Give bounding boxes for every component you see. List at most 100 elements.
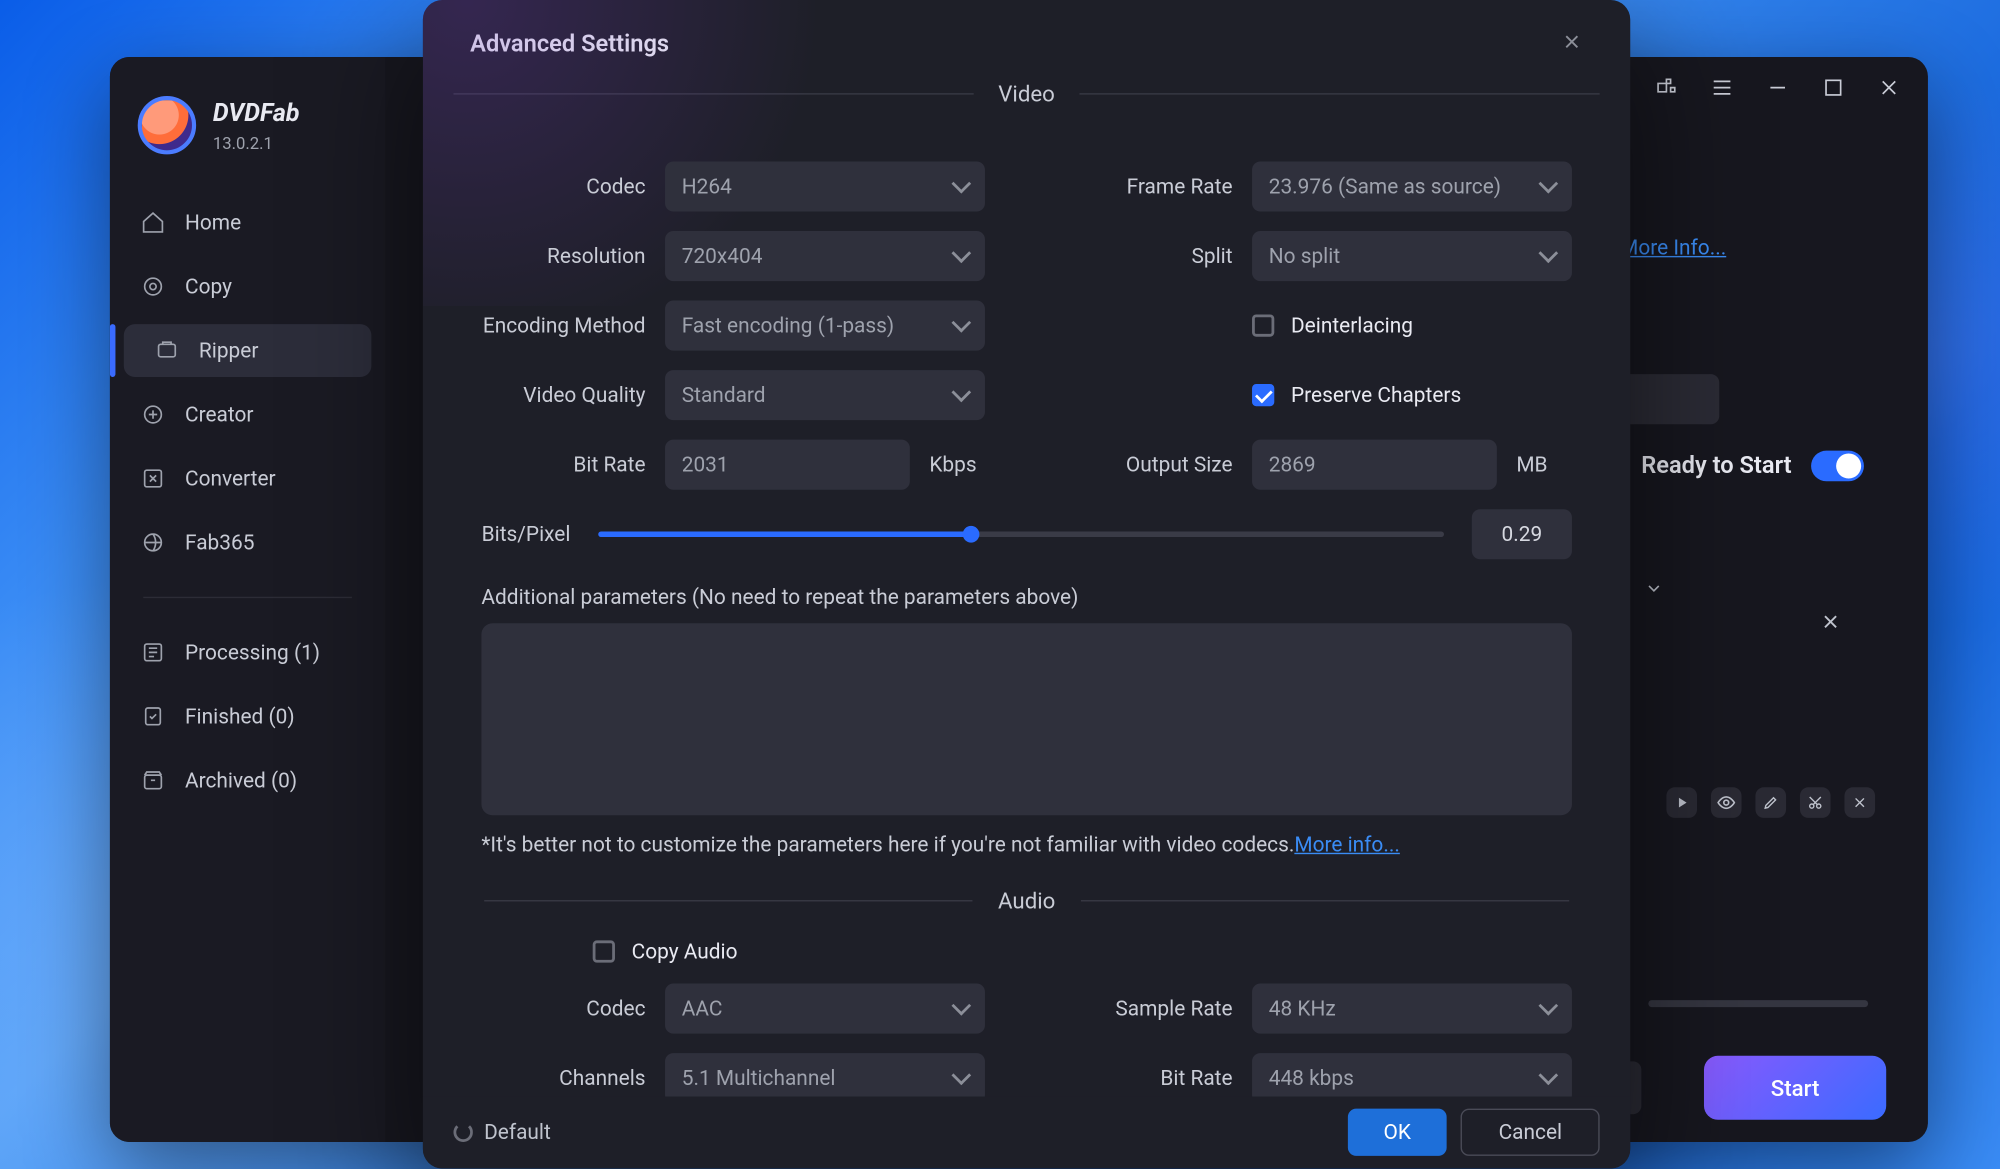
sidebar-item-archived[interactable]: Archived (0)	[110, 754, 385, 807]
play-icon[interactable]	[1666, 787, 1697, 818]
sidebar-item-label: Creator	[185, 402, 253, 427]
more-info-link[interactable]: More Info...	[1620, 235, 1726, 260]
split-value: No split	[1269, 243, 1340, 268]
quality-select[interactable]: Standard	[665, 370, 985, 420]
codec-label: Codec	[481, 174, 645, 199]
finished-icon	[140, 704, 165, 729]
menu-icon[interactable]	[1708, 74, 1736, 102]
chevron-down-icon	[951, 382, 971, 402]
bitrate-label: Bit Rate	[481, 452, 645, 477]
chevron-down-icon	[951, 313, 971, 333]
samplerate-label: Sample Rate	[1068, 996, 1232, 1021]
resolution-select[interactable]: 720x404	[665, 231, 985, 281]
quality-label: Video Quality	[481, 383, 645, 408]
preview-icon[interactable]	[1711, 787, 1742, 818]
bitspixel-slider[interactable]	[598, 531, 1444, 537]
channels-value: 5.1 Multichannel	[682, 1066, 836, 1091]
archived-icon	[140, 768, 165, 793]
audio-bitrate-label: Bit Rate	[1068, 1066, 1232, 1091]
framerate-select[interactable]: 23.976 (Same as source)	[1252, 161, 1572, 211]
slider-thumb[interactable]	[962, 526, 979, 543]
cancel-button[interactable]: Cancel	[1461, 1109, 1600, 1156]
split-label: Split	[1068, 243, 1232, 268]
channels-select[interactable]: 5.1 Multichannel	[665, 1053, 985, 1096]
converter-icon	[140, 466, 165, 491]
copy-audio-checkbox[interactable]	[593, 940, 615, 962]
app-logo	[138, 96, 196, 154]
ready-toggle[interactable]	[1811, 451, 1864, 482]
deinterlacing-label: Deinterlacing	[1291, 313, 1413, 338]
ok-label: OK	[1383, 1120, 1410, 1145]
maximize-icon[interactable]	[1819, 74, 1847, 102]
codec-select[interactable]: H264	[665, 161, 985, 211]
extensions-icon[interactable]	[1653, 74, 1681, 102]
close-icon[interactable]	[1561, 31, 1589, 59]
samplerate-select[interactable]: 48 KHz	[1252, 983, 1572, 1033]
output-size-label: Output Size	[1068, 452, 1232, 477]
preserve-chapters-checkbox[interactable]	[1252, 384, 1274, 406]
sidebar-item-finished[interactable]: Finished (0)	[110, 690, 385, 743]
chevron-down-icon	[951, 1065, 971, 1085]
sidebar-item-converter[interactable]: Converter	[110, 452, 385, 505]
ripper-icon	[154, 338, 179, 363]
sidebar-item-fab365[interactable]: Fab365	[110, 516, 385, 569]
sidebar-item-label: Ripper	[199, 338, 259, 363]
chevron-down-icon	[1538, 174, 1558, 194]
codec-value: H264	[682, 174, 732, 199]
ready-label: Ready to Start	[1641, 452, 1791, 480]
copy-audio-label: Copy Audio	[632, 939, 738, 964]
start-button-label: Start	[1771, 1075, 1820, 1101]
edit-icon[interactable]	[1755, 787, 1786, 818]
audio-codec-select[interactable]: AAC	[665, 983, 985, 1033]
bitspixel-value[interactable]: 0.29	[1472, 509, 1572, 559]
option-dropdown[interactable]	[1644, 577, 1675, 608]
cut-icon[interactable]	[1800, 787, 1831, 818]
split-select[interactable]: No split	[1252, 231, 1572, 281]
sidebar-item-label: Archived (0)	[185, 768, 297, 793]
bitrate-input[interactable]: 2031	[665, 440, 910, 490]
audio-codec-label: Codec	[481, 996, 645, 1021]
section-audio-label: Audio	[998, 887, 1055, 913]
encoding-select[interactable]: Fast encoding (1-pass)	[665, 300, 985, 350]
chevron-down-icon	[1538, 1065, 1558, 1085]
remove-item-icon[interactable]	[1819, 611, 1841, 639]
audio-codec-value: AAC	[682, 996, 723, 1021]
section-video-label: Video	[998, 81, 1055, 107]
sidebar-item-creator[interactable]: Creator	[110, 388, 385, 441]
chevron-down-icon	[951, 174, 971, 194]
sidebar-item-copy[interactable]: Copy	[110, 260, 385, 313]
sidebar-item-ripper[interactable]: Ripper	[124, 324, 372, 377]
deinterlacing-checkbox[interactable]	[1252, 314, 1274, 336]
start-button[interactable]: Start	[1704, 1056, 1886, 1120]
output-size-input[interactable]: 2869	[1252, 440, 1497, 490]
delete-icon[interactable]	[1844, 787, 1875, 818]
encoding-value: Fast encoding (1-pass)	[682, 313, 894, 338]
sidebar-item-label: Fab365	[185, 530, 254, 555]
resolution-value: 720x404	[682, 243, 763, 268]
minimize-icon[interactable]	[1764, 74, 1792, 102]
resolution-label: Resolution	[481, 243, 645, 268]
cancel-label: Cancel	[1499, 1120, 1563, 1145]
additional-params-label: Additional parameters (No need to repeat…	[481, 584, 1572, 609]
preserve-chapters-label: Preserve Chapters	[1291, 383, 1461, 408]
bitrate-unit: Kbps	[929, 452, 985, 477]
audio-bitrate-select[interactable]: 448 kbps	[1252, 1053, 1572, 1096]
processing-icon	[140, 640, 165, 665]
samplerate-value: 48 KHz	[1269, 996, 1336, 1021]
audio-bitrate-value: 448 kbps	[1269, 1066, 1354, 1091]
more-info-link[interactable]: More info...	[1294, 832, 1399, 857]
bitrate-value: 2031	[682, 452, 729, 477]
sidebar-item-processing[interactable]: Processing (1)	[110, 626, 385, 679]
sidebar: DVDFab 13.0.2.1 Home Copy Ripper Creator	[110, 57, 385, 1142]
default-label: Default	[484, 1120, 551, 1145]
sidebar-item-label: Processing (1)	[185, 640, 320, 665]
chevron-down-icon	[951, 243, 971, 263]
chevron-down-icon	[951, 996, 971, 1016]
creator-icon	[140, 402, 165, 427]
sidebar-item-home[interactable]: Home	[110, 196, 385, 249]
default-button[interactable]: Default	[453, 1120, 550, 1145]
close-icon[interactable]	[1875, 74, 1903, 102]
ok-button[interactable]: OK	[1347, 1109, 1447, 1156]
output-size-value: 2869	[1269, 452, 1316, 477]
additional-params-textarea[interactable]	[481, 623, 1572, 815]
